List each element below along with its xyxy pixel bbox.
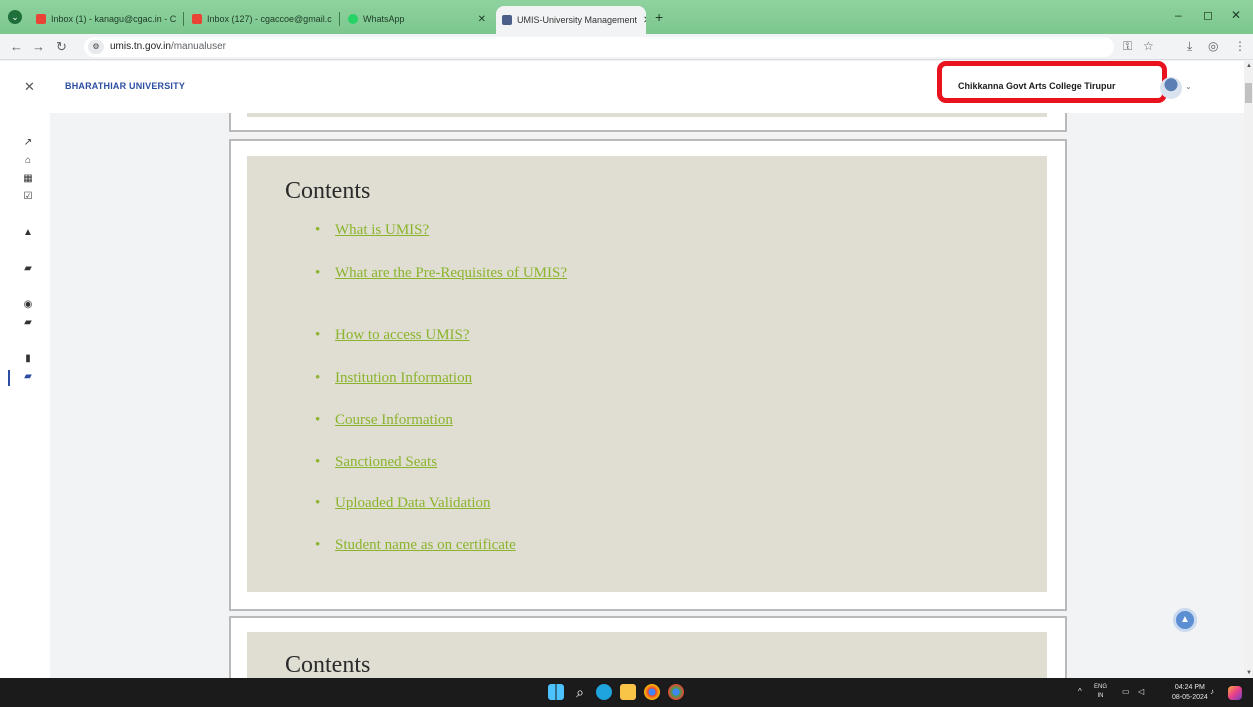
scroll-to-top-button[interactable]: ▲ xyxy=(1173,608,1197,632)
forward-arrow-icon[interactable]: → xyxy=(32,39,45,54)
avatar[interactable] xyxy=(1160,77,1182,99)
search-icon[interactable]: ⌕ xyxy=(572,684,588,700)
notification-bell-icon[interactable]: ♪ xyxy=(1210,687,1214,696)
app-header: ✕ BHARATHIAR UNIVERSITY Chikkanna Govt A… xyxy=(0,61,1244,113)
book-icon[interactable]: ▰ xyxy=(22,371,34,382)
page-scrollbar[interactable]: ▲ ▼ xyxy=(1244,61,1253,678)
gmail-icon xyxy=(192,14,202,24)
file-explorer-icon[interactable] xyxy=(620,684,636,700)
close-window-button[interactable]: ✕ xyxy=(1231,8,1241,22)
close-tab-icon[interactable]: ✕ xyxy=(637,15,646,26)
page-panel xyxy=(247,113,1047,117)
tab-gmail-inbox-1[interactable]: Inbox (1) - kanagu@cgac.in - C ✕ xyxy=(30,8,180,30)
close-tab-icon[interactable]: ✕ xyxy=(332,14,336,25)
contents-heading: Contents xyxy=(285,652,371,678)
password-key-icon[interactable]: ⚿ xyxy=(1123,39,1132,54)
windows-taskbar: ⌕ ^ ENG IN ▭ ◁ 04:24 PM 08-05-2024 ♪ xyxy=(0,678,1253,707)
restore-button[interactable]: ◻ xyxy=(1203,8,1213,22)
tab-whatsapp[interactable]: WhatsApp ✕ xyxy=(342,8,492,30)
tab-divider xyxy=(339,12,340,26)
bookmark-star-icon[interactable]: ☆ xyxy=(1143,39,1154,53)
manual-page xyxy=(231,113,1065,130)
book-icon[interactable]: ▰ xyxy=(22,317,34,328)
checkbox-icon[interactable]: ☑ xyxy=(22,191,34,202)
graduation-cap-icon[interactable]: ▲ xyxy=(22,227,34,238)
file-icon[interactable]: ▮ xyxy=(22,353,34,364)
scroll-up-arrow-icon[interactable]: ▲ xyxy=(1246,63,1252,69)
address-bar[interactable]: ⚙ umis.tn.gov.in/manualuser xyxy=(84,37,1114,57)
url-text: umis.tn.gov.in/manualuser xyxy=(110,41,226,52)
page-panel: Contents • What is UMIS? • What are the Pr… xyxy=(247,156,1047,592)
browser-tab-strip: ⌄ Inbox (1) - kanagu@cgac.in - C ✕ Inbox… xyxy=(0,0,1253,34)
sidebar: ↗ ⌂ ▦ ☑ ▲ ▰ ◉ ▰ ▮ ▰ xyxy=(0,113,50,678)
language-indicator[interactable]: ENG IN xyxy=(1094,683,1107,701)
scroll-down-arrow-icon[interactable]: ▼ xyxy=(1246,670,1252,676)
close-tab-icon[interactable]: ✕ xyxy=(472,14,486,25)
umis-favicon-icon xyxy=(502,15,512,25)
browser-menu-icon[interactable]: ⋮ xyxy=(1234,39,1246,53)
manual-viewer[interactable]: Contents • What is UMIS? • What are the Pr… xyxy=(50,113,1244,678)
tab-divider xyxy=(183,12,184,26)
windows-start-icon[interactable] xyxy=(548,684,564,700)
active-indicator xyxy=(8,370,10,386)
college-name: Chikkanna Govt Arts College Tirupur xyxy=(958,81,1116,91)
manual-page: Contents xyxy=(231,618,1065,678)
toc-link[interactable]: How to access UMIS? xyxy=(335,326,470,344)
whatsapp-icon xyxy=(348,14,358,24)
edge-icon[interactable] xyxy=(596,684,612,700)
network-icon[interactable]: ▭ xyxy=(1122,687,1130,696)
close-sidebar-button[interactable]: ✕ xyxy=(24,79,35,95)
tab-umis[interactable]: UMIS-University Management ✕ xyxy=(496,6,646,34)
scrollbar-thumb[interactable] xyxy=(1245,83,1252,103)
profile-sync-icon[interactable]: ◎ xyxy=(1208,39,1218,53)
chevron-down-icon[interactable]: ⌄ xyxy=(1185,82,1192,91)
toc-link[interactable]: Institution Information xyxy=(335,369,472,387)
chevron-up-icon[interactable]: ^ xyxy=(1078,687,1082,696)
university-brand: BHARATHIAR UNIVERSITY xyxy=(65,81,186,91)
download-icon[interactable]: ⤓ xyxy=(1187,39,1192,54)
toc-link[interactable]: Course Information xyxy=(335,411,453,429)
site-info-icon[interactable]: ⚙ xyxy=(88,40,104,54)
back-arrow-icon[interactable]: ← xyxy=(10,39,23,54)
volume-icon[interactable]: ◁ xyxy=(1138,687,1144,696)
page-panel: Contents xyxy=(247,632,1047,678)
table-icon[interactable]: ▦ xyxy=(22,173,34,184)
toc-link[interactable]: What is UMIS? xyxy=(335,221,429,239)
tab-search-icon[interactable]: ⌄ xyxy=(8,10,22,24)
toc-link[interactable]: Sanctioned Seats xyxy=(335,453,437,471)
copilot-icon[interactable] xyxy=(1228,686,1242,700)
chrome-icon[interactable] xyxy=(644,684,660,700)
minimize-button[interactable]: – xyxy=(1175,8,1182,22)
chrome-profile-icon[interactable] xyxy=(668,684,684,700)
contents-heading: Contents xyxy=(285,178,371,204)
close-tab-icon[interactable]: ✕ xyxy=(176,14,180,25)
tab-gmail-inbox-2[interactable]: Inbox (127) - cgaccoe@gmail.c ✕ xyxy=(186,8,336,30)
institution-icon[interactable]: ⌂ xyxy=(22,155,34,166)
gmail-icon xyxy=(36,14,46,24)
book-icon[interactable]: ▰ xyxy=(22,263,34,274)
user-circle-icon[interactable]: ◉ xyxy=(22,299,34,310)
toc-link[interactable]: What are the Pre-Requisites of UMIS? xyxy=(335,264,567,282)
system-clock[interactable]: 04:24 PM 08-05-2024 xyxy=(1172,683,1208,703)
toc-link[interactable]: Student name as on certificate xyxy=(335,536,516,554)
toc-link[interactable]: Uploaded Data Validation xyxy=(335,494,491,512)
manual-page: Contents • What is UMIS? • What are the Pr… xyxy=(231,141,1065,609)
new-tab-button[interactable]: + xyxy=(655,9,663,25)
reload-icon[interactable]: ↻ xyxy=(56,39,67,55)
browser-toolbar: ← → ↻ ⚙ umis.tn.gov.in/manualuser ⚿ ☆ ⤓ … xyxy=(0,34,1253,60)
chart-line-icon[interactable]: ↗ xyxy=(22,137,34,148)
